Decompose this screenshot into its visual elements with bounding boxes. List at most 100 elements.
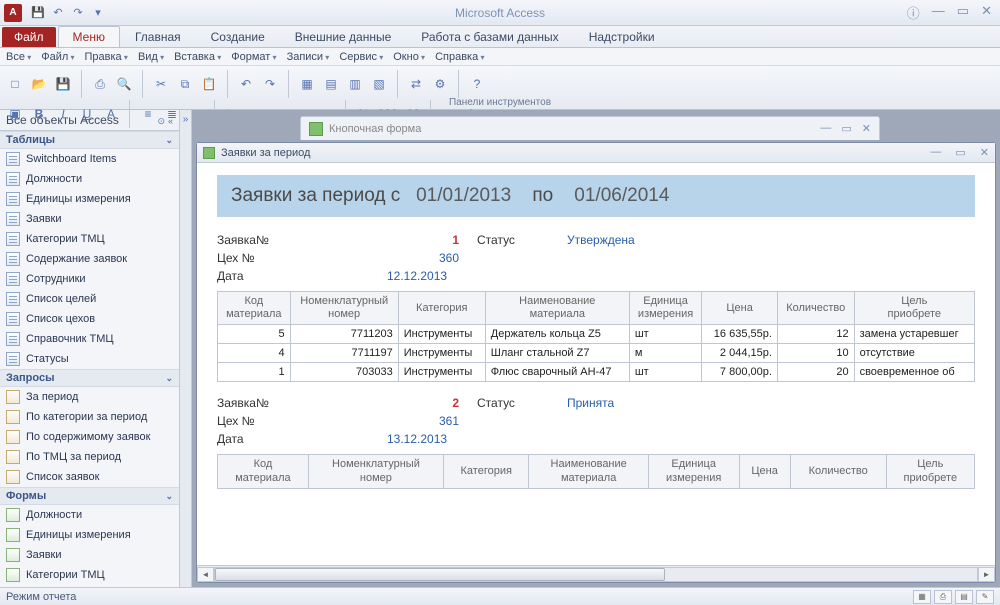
nav-item[interactable]: По категории за период [0, 407, 179, 427]
nav-item[interactable]: Справочник ТМЦ [0, 329, 179, 349]
copy-icon[interactable]: ⧉ [176, 75, 194, 93]
form-icon [309, 122, 323, 136]
value-workshop: 361 [347, 414, 477, 428]
nav-group-table[interactable]: Таблицы⌄ [0, 131, 179, 149]
tab-home[interactable]: Главная [120, 26, 196, 47]
underline-icon[interactable]: U [78, 105, 96, 123]
workspace: Кнопочная форма — ▭ ✕ Заявки за период —… [192, 110, 1000, 587]
open-icon[interactable]: 📂 [30, 75, 48, 93]
menu-edit[interactable]: Правка [85, 51, 128, 63]
report-window: Заявки за период — ▭ ✕ Заявки за период … [196, 142, 996, 583]
bg-close-icon[interactable]: ✕ [862, 122, 871, 135]
save-icon[interactable]: 💾 [30, 5, 46, 21]
qat-more-icon[interactable]: ▾ [90, 5, 106, 21]
nav-item[interactable]: Статусы [0, 349, 179, 369]
save-icon[interactable]: 💾 [54, 75, 72, 93]
bold-icon[interactable]: B [30, 105, 48, 123]
menu-file[interactable]: Файл [41, 51, 74, 63]
nav-item[interactable]: Список заявок [0, 467, 179, 487]
doc-maximize-icon[interactable]: ▭ [955, 146, 965, 159]
redo-icon[interactable]: ↷ [70, 5, 86, 21]
undo-icon[interactable]: ↶ [237, 75, 255, 93]
tab-create[interactable]: Создание [196, 26, 280, 47]
new-icon[interactable]: □ [6, 75, 24, 93]
report-icon[interactable]: ▥ [346, 75, 364, 93]
view-layout-icon[interactable]: ▤ [955, 590, 973, 604]
scroll-track[interactable] [214, 567, 978, 582]
nav-item[interactable]: Должности [0, 505, 179, 525]
align-left-icon[interactable]: ≡ [139, 105, 157, 123]
help-icon[interactable]: ⓘ [907, 3, 920, 22]
align-center-icon[interactable]: ≣ [163, 105, 181, 123]
nav-item[interactable]: Содержание заявок [0, 249, 179, 269]
table-icon[interactable]: ▦ [298, 75, 316, 93]
nav-item[interactable]: По содержимому заявок [0, 427, 179, 447]
menu-insert[interactable]: Вставка [174, 51, 221, 63]
macro-icon[interactable]: ⚙ [431, 75, 449, 93]
view-design-icon[interactable]: ✎ [976, 590, 994, 604]
nav-item[interactable]: Switchboard Items [0, 149, 179, 169]
tab-menu[interactable]: Меню [58, 26, 120, 47]
nav-item[interactable]: Категории ТМЦ [0, 229, 179, 249]
report-body[interactable]: Заявки за период с 01/01/2013 по 01/06/2… [197, 163, 995, 565]
help-icon[interactable]: ? [468, 75, 486, 93]
nav-group-query[interactable]: Запросы⌄ [0, 369, 179, 387]
view-icon[interactable]: ▣ [6, 105, 24, 123]
nav-item[interactable]: За период [0, 387, 179, 407]
horizontal-scrollbar[interactable]: ◄ ► [197, 565, 995, 582]
nav-item[interactable]: Список цехов [0, 309, 179, 329]
form-icon[interactable]: ▤ [322, 75, 340, 93]
view-print-icon[interactable]: ⎙ [934, 590, 952, 604]
doc-close-icon[interactable]: ✕ [980, 146, 989, 159]
menu-help[interactable]: Справка [435, 51, 484, 63]
menu-view[interactable]: Вид [138, 51, 164, 63]
nav-item[interactable]: По ТМЦ за период [0, 447, 179, 467]
tab-external-data[interactable]: Внешние данные [280, 26, 407, 47]
bg-minimize-icon[interactable]: — [820, 122, 831, 135]
nav-item-label: Заявки [26, 213, 62, 225]
nav-item[interactable]: Категории ТМЦ [0, 565, 179, 585]
preview-icon[interactable]: 🔍 [115, 75, 133, 93]
nav-item[interactable]: Заявки [0, 545, 179, 565]
menu-format[interactable]: Формат [231, 51, 276, 63]
redo-icon[interactable]: ↷ [261, 75, 279, 93]
background-window-titlebar[interactable]: Кнопочная форма — ▭ ✕ [300, 116, 880, 140]
menu-records[interactable]: Записи [287, 51, 330, 63]
relationships-icon[interactable]: ⇄ [407, 75, 425, 93]
minimize-button[interactable]: — [932, 3, 945, 22]
scroll-right-icon[interactable]: ► [978, 567, 995, 582]
tab-addins[interactable]: Надстройки [574, 26, 670, 47]
shutter-bar[interactable]: » [180, 110, 192, 587]
view-report-icon[interactable]: ▦ [913, 590, 931, 604]
file-tab[interactable]: Файл [2, 27, 56, 47]
menu-tools[interactable]: Сервис [339, 51, 383, 63]
table-row[interactable]: 1703033ИнструментыФлюс сварочный АН-47шт… [218, 363, 975, 382]
nav-item[interactable]: Сотрудники [0, 269, 179, 289]
nav-item[interactable]: Должности [0, 169, 179, 189]
paste-icon[interactable]: 📋 [200, 75, 218, 93]
scroll-thumb[interactable] [215, 568, 665, 581]
query-icon[interactable]: ▧ [370, 75, 388, 93]
nav-group-form[interactable]: Формы⌄ [0, 487, 179, 505]
tab-database-tools[interactable]: Работа с базами данных [406, 26, 573, 47]
nav-item[interactable]: Список целей [0, 289, 179, 309]
report-titlebar[interactable]: Заявки за период — ▭ ✕ [197, 143, 995, 163]
cut-icon[interactable]: ✂ [152, 75, 170, 93]
font-icon[interactable]: A [102, 105, 120, 123]
close-button[interactable]: ✕ [981, 3, 992, 22]
nav-item[interactable]: Единицы измерения [0, 525, 179, 545]
table-row[interactable]: 47711197ИнструментыШланг стальной Z7м2 0… [218, 344, 975, 363]
print-icon[interactable]: ⎙ [91, 75, 109, 93]
nav-item[interactable]: Единицы измерения [0, 189, 179, 209]
italic-icon[interactable]: I [54, 105, 72, 123]
bg-maximize-icon[interactable]: ▭ [841, 122, 851, 135]
nav-item[interactable]: Заявки [0, 209, 179, 229]
materials-table: КодматериалаНоменклатурныйномерКатегория… [217, 454, 975, 488]
scroll-left-icon[interactable]: ◄ [197, 567, 214, 582]
menu-window[interactable]: Окно [393, 51, 425, 63]
undo-icon[interactable]: ↶ [50, 5, 66, 21]
menu-all[interactable]: Все [6, 51, 31, 63]
doc-minimize-icon[interactable]: — [930, 146, 941, 159]
maximize-button[interactable]: ▭ [957, 3, 969, 22]
table-row[interactable]: 57711203ИнструментыДержатель кольца Z5шт… [218, 325, 975, 344]
